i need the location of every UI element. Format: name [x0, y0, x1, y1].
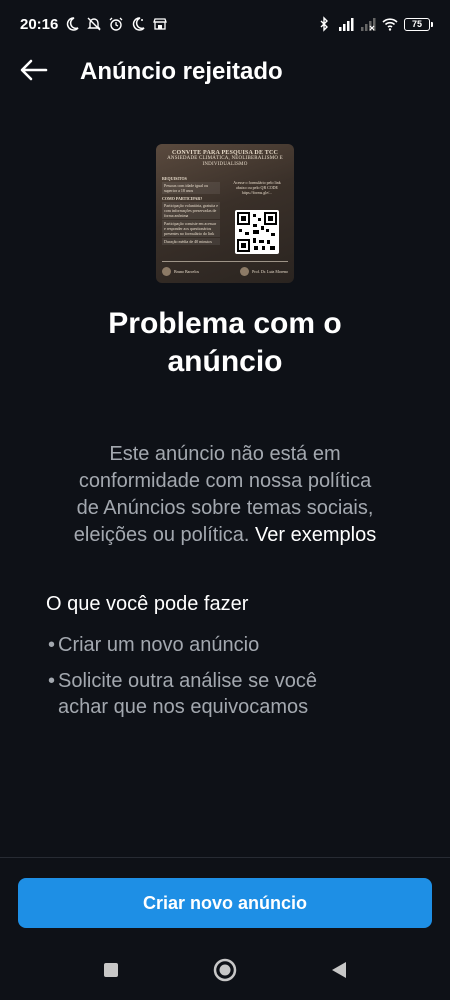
description-line-2: conformidade com nossa política [78, 470, 372, 492]
option-text: Solicite outra análise se você achar que… [58, 668, 317, 720]
notifications-off-icon [86, 16, 102, 32]
back-button[interactable] [10, 48, 58, 96]
signal-off-icon [360, 16, 376, 32]
ad-author-1-name: Bruno Barcelos [174, 268, 199, 274]
ad-requisitos-label: REQUISITOS [162, 176, 187, 181]
ad-preview-image: CONVITE PARA PESQUISA DE TCC ANSIEDADE C… [156, 144, 294, 283]
ad-headline: CONVITE PARA PESQUISA DE TCC ANSIEDADE C… [164, 150, 286, 168]
page-title: Anúncio rejeitado [80, 58, 283, 85]
ad-como-text: Participação voluntária, gratuita e com … [162, 202, 220, 219]
option-line: Solicite outra análise se você [58, 670, 318, 692]
alarm-icon [108, 16, 124, 32]
ad-acesse-text: Acesse o formulário pelo link abaixo ou … [233, 180, 281, 190]
ad-link-text: https://forms.gle/... [241, 190, 273, 195]
moon-icon [130, 16, 146, 32]
home-button[interactable] [208, 956, 242, 990]
store-icon [152, 16, 168, 32]
nav-back-button[interactable] [322, 956, 356, 990]
qr-code-image [235, 210, 279, 254]
problem-heading-line-2: anúncio [167, 345, 283, 378]
footer-divider [0, 857, 450, 858]
option-line: achar que nos equivocamos [58, 696, 309, 718]
battery-icon: 75 [404, 17, 433, 31]
list-item: • Criar um novo anúncio [48, 632, 259, 658]
arrow-left-icon [20, 59, 48, 86]
status-left: 20:16 [20, 16, 168, 33]
app-bar: Anúncio rejeitado [0, 48, 450, 96]
status-bar: 20:16 75 [0, 0, 450, 48]
status-right: 75 [316, 16, 433, 32]
ad-duracao-text: Duração média de 40 minutos [162, 238, 220, 245]
description-line-4-text: eleições ou política. [73, 524, 250, 546]
status-time: 20:16 [20, 15, 59, 33]
rejection-description: Este anúncio não está em conformidade co… [40, 441, 410, 549]
create-new-ad-button[interactable]: Criar novo anúncio [18, 878, 432, 928]
problem-heading-line-1: Problema com o [108, 307, 342, 340]
option-line: Criar um novo anúncio [58, 634, 260, 656]
avatar [162, 266, 171, 276]
ad-right-column: Acesse o formulário pelo link abaixo ou … [228, 180, 286, 195]
ad-left-column: REQUISITOS Pessoas com idade igual ou su… [162, 174, 220, 245]
ad-headline-3: INDIVIDUALISMO [202, 162, 248, 167]
bullet: • [48, 634, 56, 656]
problem-heading: Problema com o anúncio [30, 305, 420, 381]
ad-requisitos-text: Pessoas com idade igual ou superior a 18… [162, 182, 220, 194]
ad-contato-text: Participação consiste em acessar e respo… [162, 220, 220, 237]
moon-icon [64, 16, 80, 32]
ad-como-label: COMO PARTICIPAR? [162, 196, 203, 201]
list-item: • Solicite outra análise se você achar q… [48, 668, 317, 720]
description-line-1: Este anúncio não está em [109, 443, 341, 465]
description-line-3: de Anúncios sobre temas sociais, [76, 497, 374, 519]
avatar [240, 266, 250, 276]
home-circle-icon [213, 958, 237, 987]
ad-footer: Bruno Barcelos Prof. Dr. Luiz Moreno [162, 261, 288, 280]
description-line-4: eleições ou política. Ver exemplos [40, 522, 410, 549]
recents-button[interactable] [94, 956, 128, 990]
option-text: Criar um novo anúncio [58, 632, 259, 658]
ad-author-1: Bruno Barcelos [162, 262, 199, 280]
back-triangle-icon [331, 961, 347, 984]
options-title: O que você pode fazer [46, 593, 249, 615]
bullet: • [48, 670, 56, 692]
wifi-icon [382, 16, 398, 32]
ad-author-2-name: Prof. Dr. Luiz Moreno [252, 268, 288, 274]
recents-square-icon [103, 962, 119, 983]
bluetooth-icon [316, 16, 332, 32]
ad-author-2: Prof. Dr. Luiz Moreno [240, 262, 288, 280]
see-examples-link[interactable]: Ver exemplos [255, 524, 376, 546]
system-nav-bar [0, 945, 450, 1000]
signal-icon [338, 16, 354, 32]
